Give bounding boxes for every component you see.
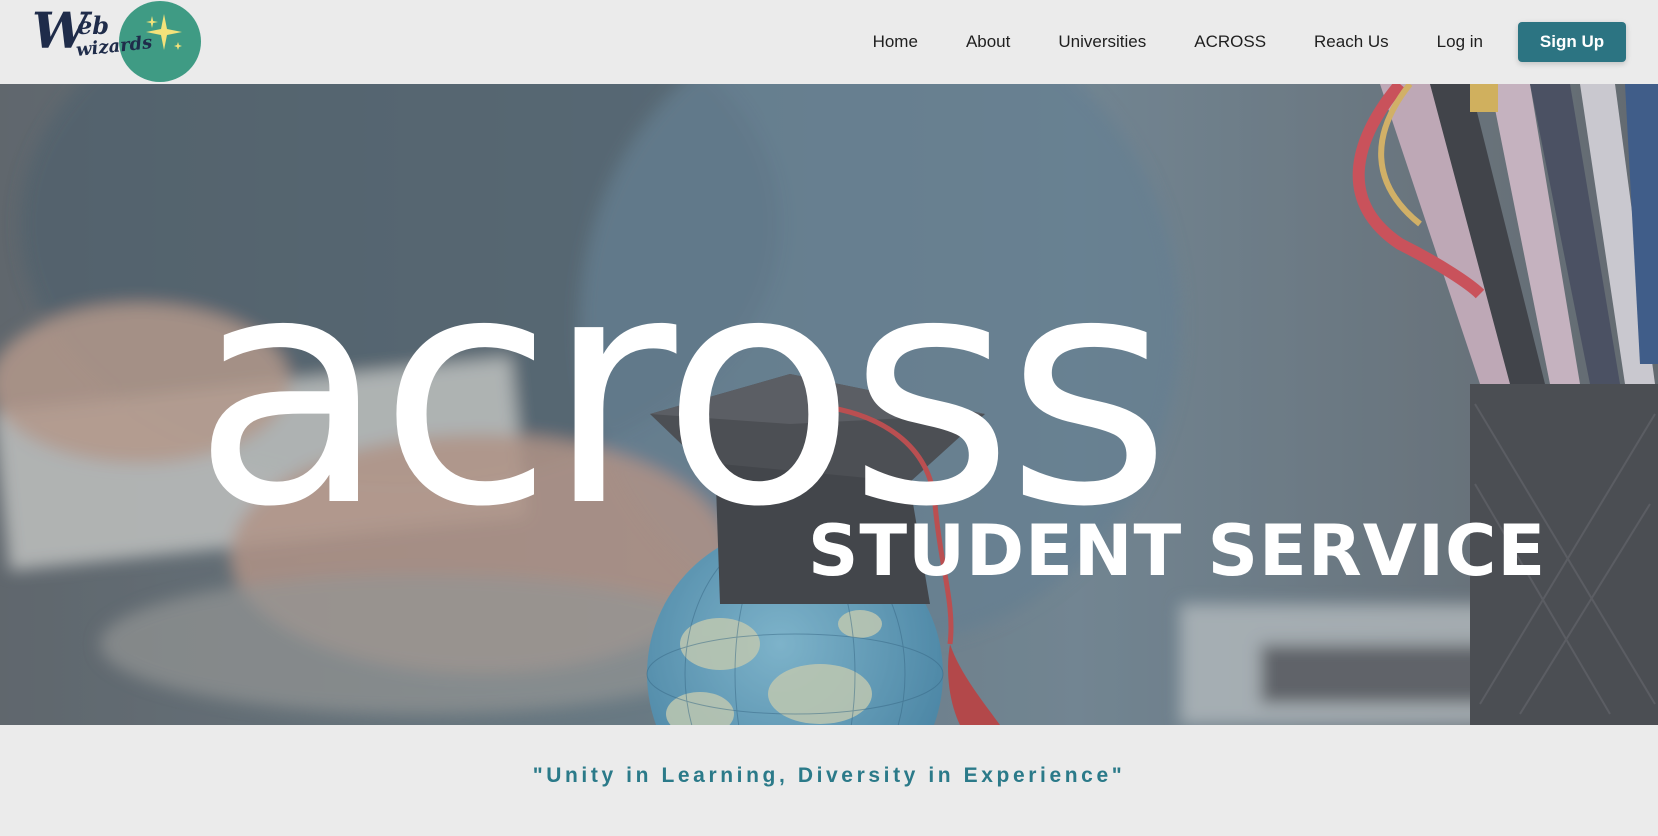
main-nav: Home About Universities ACROSS Reach Us …	[873, 22, 1626, 62]
nav-across[interactable]: ACROSS	[1194, 32, 1266, 52]
student-service-subtitle: STUDENT SERVICE	[808, 510, 1547, 592]
sign-up-button[interactable]: Sign Up	[1518, 22, 1626, 62]
logo-eb: eb	[77, 11, 110, 40]
hero-banner: across STUDENT SERVICE	[0, 84, 1658, 725]
tagline: "Unity in Learning, Diversity in Experie…	[532, 764, 1126, 787]
site-header: W eb wizards Home About Universities ACR…	[0, 0, 1658, 84]
nav-log-in[interactable]: Log in	[1437, 32, 1483, 52]
site-logo[interactable]: W eb wizards	[32, 0, 202, 84]
nav-home[interactable]: Home	[873, 32, 918, 52]
across-wordmark: across	[192, 206, 1171, 576]
nav-reach-us[interactable]: Reach Us	[1314, 32, 1389, 52]
nav-about[interactable]: About	[966, 32, 1010, 52]
sparkle-icon	[146, 14, 182, 50]
nav-universities[interactable]: Universities	[1058, 32, 1146, 52]
